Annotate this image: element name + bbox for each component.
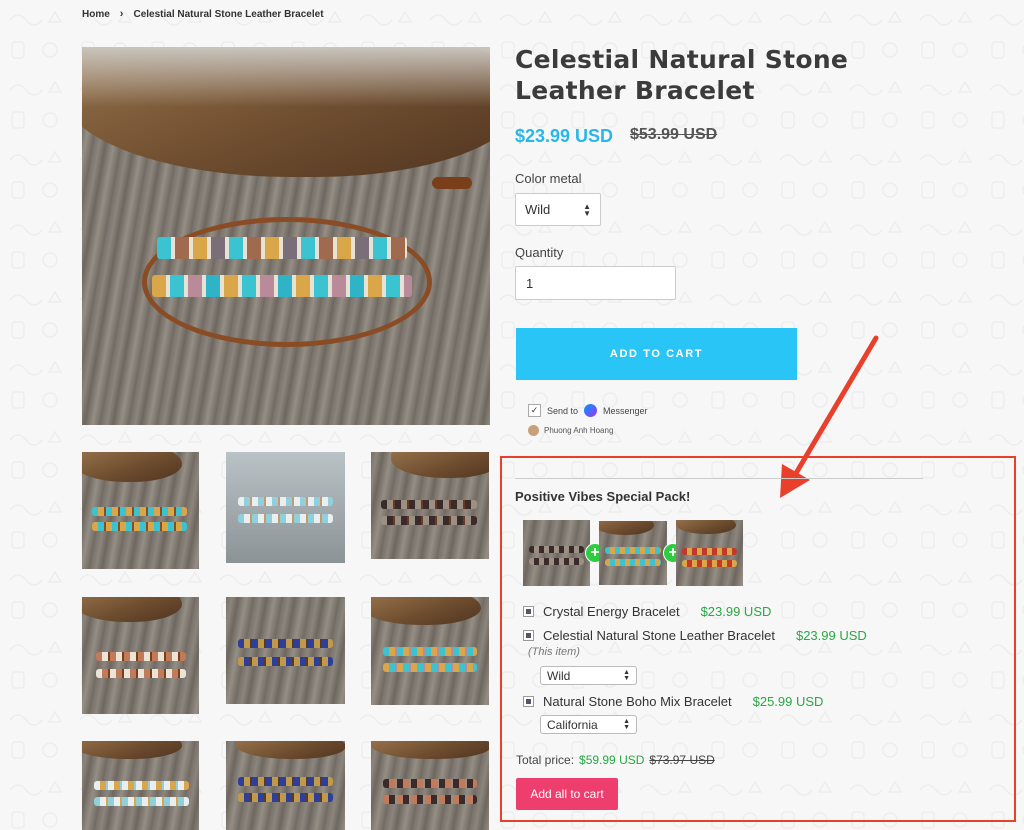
annotation-arrow-icon [780,335,879,498]
bundle-image-1[interactable] [523,520,590,586]
bundle-item-checkbox[interactable] [523,696,534,707]
thumbnail-2[interactable] [226,452,345,563]
bundle-item-3: Natural Stone Boho Mix Bracelet $25.99 U… [523,694,823,709]
bundle-item-checkbox[interactable] [523,630,534,641]
bundle-item-checkbox[interactable] [523,606,534,617]
select-arrows-icon: ▲ ▼ [583,201,591,218]
thumbnail-4[interactable] [82,597,199,714]
quantity-label: Quantity [515,245,564,260]
total-price: $59.99 USD [579,753,645,767]
product-compare-price: $53.99 USD [630,126,718,143]
color-metal-value: Wild [525,202,551,217]
product-price: $23.99 USD [515,126,614,146]
product-title: Celestial Natural Stone Leather Bracelet [515,45,849,105]
total-label: Total price: [516,753,575,767]
color-metal-label: Color metal [515,171,582,186]
thumbnail-3[interactable] [371,452,489,559]
thumbnail-1[interactable] [82,452,199,569]
bundle-title: Positive Vibes Special Pack! [515,489,691,504]
quantity-input[interactable]: 1 [515,266,676,300]
bundle-item-name: Celestial Natural Stone Leather Bracelet [543,628,775,643]
quantity-value: 1 [526,275,534,291]
bundle-item-2: Celestial Natural Stone Leather Bracelet… [523,628,867,643]
add-all-to-cart-button[interactable]: Add all to cart [516,778,618,810]
send-to-label: Send to [547,405,579,416]
bundle-item-price: $25.99 USD [752,694,824,709]
bundle-image-3[interactable] [676,520,743,586]
bundle-divider [515,478,923,479]
thumbnail-8[interactable] [226,741,345,830]
bundle-image-2[interactable] [599,521,667,585]
bundle-item-1: Crystal Energy Bracelet $23.99 USD [523,604,771,619]
breadcrumb: Home › Celestial Natural Stone Leather B… [82,8,324,20]
thumbnail-5[interactable] [226,597,345,704]
total-compare-price: $73.97 USD [649,753,715,767]
main-product-image[interactable] [82,47,490,425]
bundle-item-name: Natural Stone Boho Mix Bracelet [543,694,732,709]
messenger-user: Phuong Anh Hoang [528,425,613,436]
this-item-note: (This item) [528,646,580,658]
breadcrumb-current: Celestial Natural Stone Leather Bracelet [133,8,324,20]
messenger-label: Messenger [603,405,648,416]
breadcrumb-separator: › [119,8,124,20]
thumbnail-7[interactable] [82,741,199,830]
bundle-item-name: Crystal Energy Bracelet [543,604,680,619]
select-arrows-icon: ▲ ▼ [623,717,630,731]
bundle-item-price: $23.99 USD [700,604,772,619]
send-to-messenger: ✓ Send to Messenger [528,404,648,417]
avatar [528,425,539,436]
bundle-total: Total price: $59.99 USD $73.97 USD [516,753,715,767]
messenger-icon [584,404,598,417]
thumbnail-9[interactable] [371,741,489,830]
color-metal-select[interactable]: Wild ▲ ▼ [515,193,601,226]
bundle-item-price: $23.99 USD [795,628,867,643]
select-arrows-icon: ▲ ▼ [623,668,630,682]
bundle-item-3-select[interactable]: California ▲ ▼ [540,715,637,734]
messenger-checkbox[interactable]: ✓ [528,404,541,417]
messenger-user-name: Phuong Anh Hoang [544,426,614,435]
bundle-item-2-select[interactable]: Wild ▲ ▼ [540,666,637,685]
bundle-item-3-option: California [547,717,598,732]
breadcrumb-home-link[interactable]: Home [82,9,110,20]
add-to-cart-button[interactable]: ADD TO CART [516,328,797,380]
thumbnail-6[interactable] [371,597,489,705]
bundle-item-2-option: Wild [547,668,571,683]
